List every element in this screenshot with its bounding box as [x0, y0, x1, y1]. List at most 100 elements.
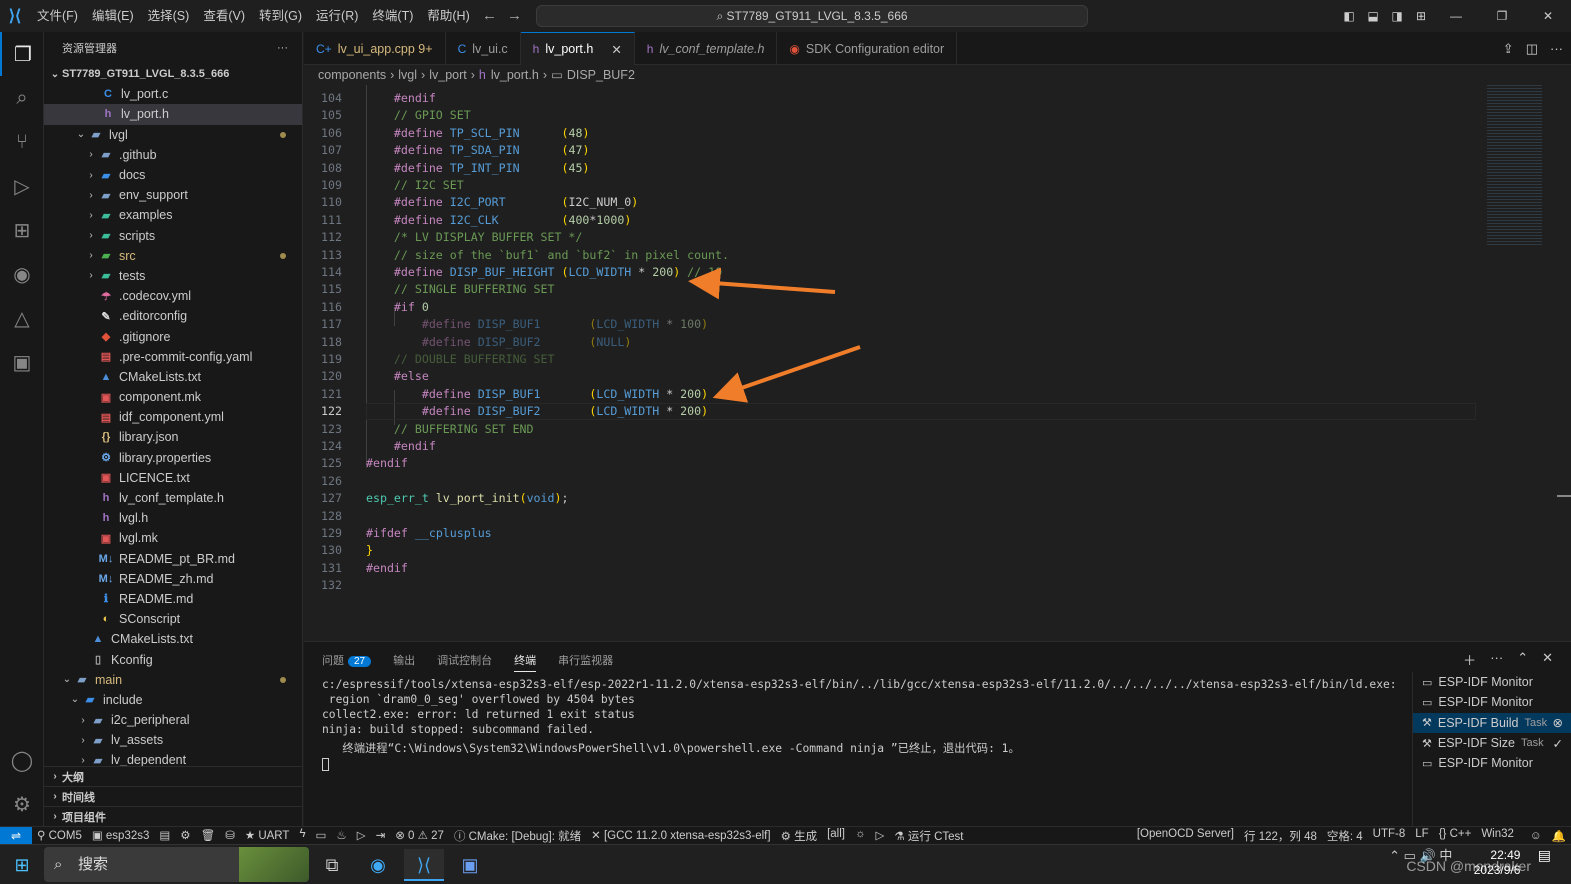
tree-item[interactable]: › ▰ scripts — [44, 226, 302, 246]
close-window-button[interactable]: ✕ — [1525, 9, 1571, 23]
menu-item[interactable]: 文件(F) — [30, 0, 85, 32]
tree-item[interactable]: ▲ CMakeLists.txt — [44, 629, 302, 649]
restore-button[interactable]: ❐ — [1479, 9, 1525, 23]
remote-icon[interactable]: ⇌ — [0, 826, 32, 845]
kill-terminal-icon[interactable]: ⊗ — [1553, 715, 1563, 730]
status-item[interactable]: ▭ — [316, 828, 327, 844]
tree-item[interactable]: › ▰ docs — [44, 165, 302, 185]
editor-tab[interactable]: ◉ SDK Configuration editor — [777, 32, 958, 65]
editor-tab[interactable]: C+ lv_ui_app.cpp 9+ — [304, 32, 446, 65]
breadcrumb-item[interactable]: lvgl — [398, 68, 417, 82]
tree-item[interactable]: ◐ SConscript — [44, 609, 302, 629]
tree-item[interactable]: › ▰ i2c_peripheral — [44, 710, 302, 730]
code-editor[interactable]: 104 #endif 105 // GPIO SET 106 #define TP_… — [304, 85, 1484, 641]
source-control-icon[interactable]: ⑂ — [0, 120, 44, 164]
menu-item[interactable]: 转到(G) — [252, 0, 309, 32]
toggle-secondary-sidebar-icon[interactable]: ◨ — [1385, 9, 1409, 23]
panel-tab[interactable]: 调试控制台 — [437, 652, 492, 672]
menu-item[interactable]: 帮助(H) — [420, 0, 476, 32]
status-item[interactable]: 空格: 4 — [1327, 828, 1363, 844]
terminal-instance[interactable]: ⚒ ESP-IDF Build Task ⊗ — [1413, 712, 1571, 733]
tree-item[interactable]: ▤ idf_component.yml — [44, 407, 302, 427]
status-item[interactable]: ⚗ 运行 CTest — [894, 828, 963, 844]
customize-layout-icon[interactable]: ⊞ — [1409, 9, 1433, 23]
explorer-icon[interactable]: ❐ — [0, 32, 44, 76]
status-item[interactable]: 🗑 — [201, 828, 216, 844]
forward-arrow-icon[interactable]: → — [507, 0, 522, 32]
status-item[interactable]: ⓘ CMake: [Debug]: 就绪 — [454, 828, 581, 844]
tree-item[interactable]: h lv_conf_template.h — [44, 488, 302, 508]
toggle-sidebar-icon[interactable]: ◧ — [1337, 9, 1361, 23]
command-center-search[interactable]: ⌕ ST7789_GT911_LVGL_8.3.5_666 — [536, 5, 1088, 27]
panel-tab[interactable]: 终端 — [514, 652, 537, 672]
status-item[interactable]: ▤ — [159, 828, 170, 844]
menu-item[interactable]: 终端(T) — [365, 0, 420, 32]
status-item[interactable]: ★ UART — [245, 828, 290, 844]
panel-tab[interactable]: 串行监视器 — [558, 652, 613, 672]
notification-center-icon[interactable]: ▤ — [1538, 847, 1551, 863]
tree-item[interactable]: ▯ Kconfig — [44, 649, 302, 669]
task-view-icon[interactable]: ⧉ — [312, 849, 352, 881]
edge-browser-icon[interactable]: ◉ — [358, 849, 398, 881]
tree-item[interactable]: Clv_port.c — [44, 84, 302, 104]
maximize-panel-icon[interactable]: ⌃ — [1517, 650, 1528, 669]
extensions-icon[interactable]: ⊞ — [0, 208, 44, 252]
status-item[interactable]: {} C++ — [1439, 828, 1472, 844]
tree-item[interactable]: › ▰ tests — [44, 266, 302, 286]
tree-item[interactable]: › ▰ lv_assets — [44, 730, 302, 750]
minimap[interactable] — [1484, 85, 1571, 641]
windows-start-icon[interactable]: ⊞ — [2, 849, 42, 881]
tree-item[interactable]: ☂ .codecov.yml — [44, 286, 302, 306]
more-actions-icon[interactable]: ··· — [1490, 650, 1503, 669]
scrollbar-thumb[interactable] — [1557, 495, 1571, 497]
terminal-instance[interactable]: ⚒ ESP-IDF Size Task ✓ — [1413, 733, 1571, 753]
tree-item[interactable]: ⚙ library.properties — [44, 448, 302, 468]
tree-item[interactable]: ℹ README.md — [44, 589, 302, 609]
panel-tab[interactable]: 问题 27 — [322, 652, 372, 672]
tree-item[interactable]: ▣ LICENCE.txt — [44, 468, 302, 488]
status-item[interactable]: ▷ — [876, 828, 885, 844]
tree-item[interactable]: ⌄ ▰ include — [44, 690, 302, 710]
status-item[interactable]: ⚙ — [180, 828, 190, 844]
tree-item[interactable]: M↓ README_zh.md — [44, 569, 302, 589]
search-icon[interactable]: ⌕ — [0, 76, 44, 120]
status-item[interactable]: ▣ esp32s3 — [92, 828, 150, 844]
cmake-icon[interactable]: △ — [0, 296, 44, 340]
breadcrumb-item[interactable]: DISP_BUF2 — [567, 68, 635, 82]
run-debug-icon[interactable]: ▷ — [0, 164, 44, 208]
tree-item[interactable]: {} library.json — [44, 427, 302, 447]
espressif-icon[interactable]: ◉ — [0, 252, 44, 296]
workspace-root[interactable]: ⌄ ST7789_GT911_LVGL_8.3.5_666 — [44, 64, 302, 84]
terminal-output[interactable]: c:/espressif/tools/xtensa-esp32s3-elf/es… — [322, 677, 1397, 771]
tree-item[interactable]: ▣ lvgl.mk — [44, 528, 302, 548]
tree-item[interactable]: ◆ .gitignore — [44, 326, 302, 346]
terminal-instance[interactable]: ▭ ESP-IDF Monitor — [1413, 672, 1571, 692]
vscode-taskbar-icon[interactable]: ⟩⟨ — [404, 849, 444, 881]
editor-tab[interactable]: h lv_port.h ✕ — [520, 32, 635, 65]
status-item[interactable]: ⚙ 生成 — [781, 828, 818, 844]
tree-item[interactable]: ⌄ ▰ lvgl — [44, 125, 302, 145]
tree-item[interactable]: › ▰ src — [44, 246, 302, 266]
new-terminal-icon[interactable]: ＋ — [1463, 650, 1476, 669]
status-item[interactable]: ⊗ 0 ⚠ 27 — [395, 828, 444, 844]
timeline-section[interactable]: › 时间线 — [44, 786, 302, 806]
split-editor-icon[interactable]: ◫ — [1526, 32, 1538, 65]
gear-icon[interactable]: ⚙ — [0, 782, 44, 826]
minimize-button[interactable]: — — [1433, 9, 1479, 23]
tree-item[interactable]: ✎ .editorconfig — [44, 306, 302, 326]
tree-item[interactable]: › ▰ .github — [44, 145, 302, 165]
panel-tab[interactable]: 输出 — [393, 652, 415, 672]
more-actions-icon[interactable]: ··· — [1550, 32, 1563, 65]
status-item[interactable]: ⚲ COM5 — [37, 828, 82, 844]
components-section[interactable]: › 项目组件 — [44, 806, 302, 826]
status-item[interactable]: ☼ — [855, 828, 866, 844]
tree-item[interactable]: ▣ component.mk — [44, 387, 302, 407]
account-icon[interactable]: ◯ — [0, 738, 44, 782]
status-item[interactable]: ▷ — [357, 828, 366, 844]
tree-item[interactable]: h lv_port.h — [44, 104, 302, 125]
tree-item[interactable]: h lvgl.h — [44, 508, 302, 528]
editor-tab[interactable]: h lv_conf_template.h — [635, 32, 778, 65]
outline-section[interactable]: › 大纲 — [44, 766, 302, 786]
remote-explorer-icon[interactable]: ▣ — [0, 340, 44, 384]
terminal-instance[interactable]: ▭ ESP-IDF Monitor — [1413, 692, 1571, 712]
